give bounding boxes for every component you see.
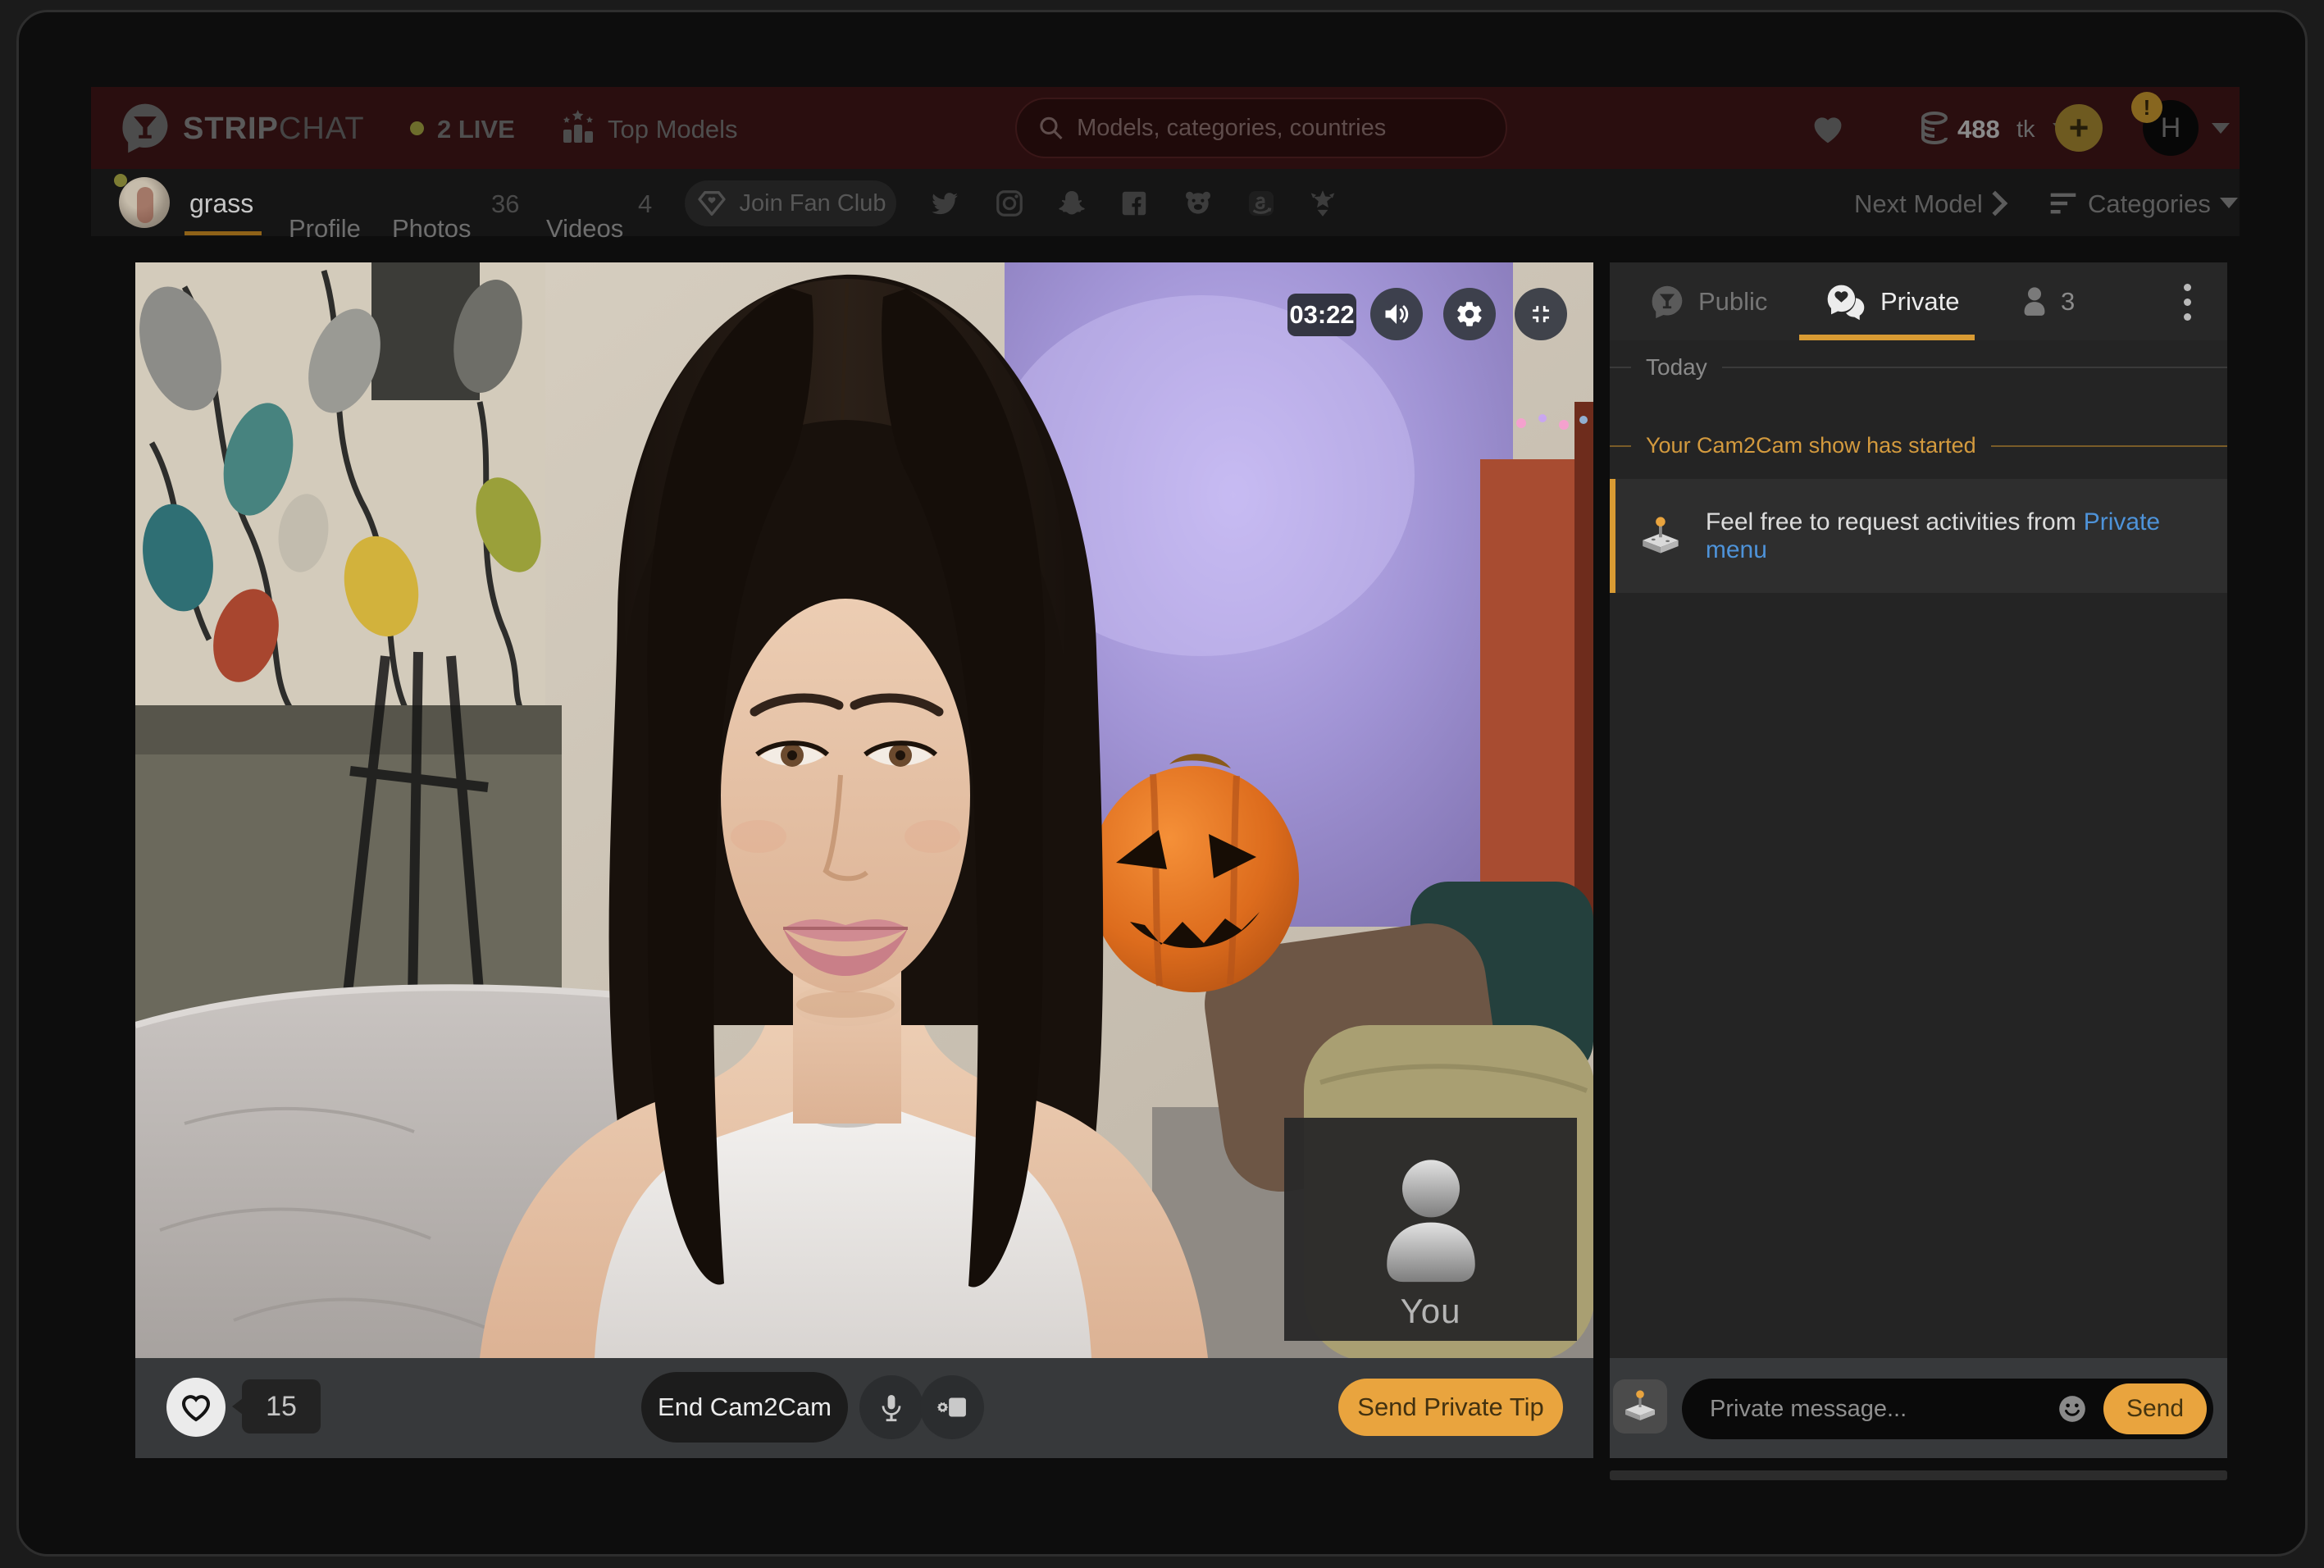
online-status-icon (114, 174, 127, 187)
chat-resize-handle[interactable] (1610, 1470, 2227, 1480)
top-models-label[interactable]: Top Models (608, 115, 738, 144)
viewers-icon (2020, 285, 2049, 318)
facebook-icon[interactable] (1119, 188, 1150, 219)
smiley-icon (2056, 1393, 2089, 1425)
gear-icon (1455, 299, 1484, 329)
show-timer: 03:22 (1287, 294, 1356, 336)
heart-outline-icon (180, 1392, 212, 1423)
person-silhouette-icon (1369, 1152, 1492, 1292)
amazon-icon[interactable] (1246, 188, 1277, 219)
next-model-chevron-icon[interactable] (1990, 189, 2008, 217)
winged-star-icon[interactable] (1307, 188, 1338, 219)
active-tab-underline (185, 231, 262, 235)
private-chat-icon (1825, 283, 1867, 321)
account-caret-icon[interactable] (2212, 123, 2230, 134)
system-message: Feel free to request activities fromPriv… (1610, 479, 2227, 593)
message-input-wrapper: Send (1682, 1379, 2213, 1439)
microphone-icon (876, 1392, 907, 1423)
chat-panel: Public Private 3 Today Your Cam2Cam show… (1610, 262, 2227, 1458)
chat-menu-button[interactable] (2184, 284, 2191, 321)
live-count[interactable]: 2 LIVE (437, 115, 515, 144)
tab-profile[interactable]: Profile (289, 189, 361, 267)
live-dot-icon (410, 121, 424, 135)
chat-input-area: Send (1610, 1358, 2227, 1458)
joystick-icon (1620, 1387, 1660, 1426)
screenshot-root: STRIPCHAT 2 LIVE Top Models 488 tk (0, 0, 2324, 1568)
send-private-tip-button[interactable]: Send Private Tip (1338, 1379, 1563, 1436)
categories-caret-icon[interactable] (2220, 198, 2238, 208)
search-icon (1038, 114, 1064, 142)
videos-count: 4 (638, 189, 652, 219)
microphone-button[interactable] (859, 1375, 923, 1439)
fan-club-gem-icon (695, 187, 728, 220)
tokens-coins-icon (1918, 110, 1951, 146)
exit-theater-mode-button[interactable] (1515, 288, 1567, 340)
browser-window: STRIPCHAT 2 LIVE Top Models 488 tk (16, 10, 2308, 1557)
model-navbar: grass Profile Photos 36 Videos 4 Join Fa… (91, 169, 2240, 236)
viewers-count[interactable]: 3 (2020, 262, 2075, 340)
photos-count: 36 (491, 189, 519, 219)
volume-button[interactable] (1370, 288, 1423, 340)
add-tokens-button[interactable]: + (2055, 104, 2103, 152)
categories-button[interactable]: Categories (2088, 189, 2211, 219)
bear-icon[interactable] (1183, 188, 1214, 219)
live-video-player[interactable]: 03:22 You (135, 262, 1593, 1358)
cam2cam-started-divider: Your Cam2Cam show has started (1610, 433, 2227, 458)
today-divider: Today (1610, 354, 2227, 381)
you-label: You (1401, 1292, 1461, 1331)
tab-videos[interactable]: Videos (546, 189, 623, 267)
tab-private[interactable]: Private (1825, 262, 1959, 340)
favorites-heart-icon[interactable] (1811, 113, 1845, 144)
next-model-button[interactable]: Next Model (1854, 189, 1983, 219)
emoji-picker-button[interactable] (2056, 1393, 2089, 1425)
twitter-icon[interactable] (929, 188, 960, 219)
volume-icon (1382, 299, 1411, 329)
public-chat-icon (1649, 284, 1685, 320)
private-menu-joystick-icon (1637, 513, 1684, 560)
send-message-button[interactable]: Send (2103, 1383, 2207, 1434)
model-username-tab[interactable]: grass (189, 189, 253, 219)
tab-public[interactable]: Public (1649, 262, 1767, 340)
favorite-button[interactable] (166, 1378, 226, 1437)
stream-settings-button[interactable] (1443, 288, 1496, 340)
camera-settings-icon (936, 1392, 968, 1423)
search-input[interactable] (1077, 115, 1484, 142)
cam2cam-self-preview: You (1284, 1118, 1577, 1341)
tab-photos[interactable]: Photos (392, 189, 472, 267)
search-bar[interactable] (1015, 98, 1507, 158)
active-tab-indicator (1799, 335, 1975, 340)
camera-settings-button[interactable] (920, 1375, 984, 1439)
categories-filter-icon (2049, 192, 2077, 215)
chat-tab-bar: Public Private 3 (1610, 262, 2227, 340)
private-message-input[interactable] (1710, 1396, 2056, 1423)
brand-wordmark[interactable]: STRIPCHAT (183, 112, 365, 147)
notification-badge: ! (2131, 92, 2162, 123)
token-currency: tk (2016, 116, 2035, 144)
top-models-icon (560, 108, 596, 148)
private-menu-button[interactable] (1613, 1379, 1667, 1434)
instagram-icon[interactable] (994, 188, 1025, 219)
collapse-icon (1527, 300, 1555, 328)
main-navbar: STRIPCHAT 2 LIVE Top Models 488 tk (91, 87, 2240, 169)
favorites-count-tag: 15 (242, 1379, 321, 1434)
end-cam2cam-button[interactable]: End Cam2Cam (641, 1372, 848, 1443)
player-control-bar: 15 End Cam2Cam Send Private Tip (135, 1358, 1593, 1458)
snapchat-icon[interactable] (1056, 188, 1087, 219)
token-balance[interactable]: 488 (1957, 115, 2000, 144)
model-avatar[interactable] (119, 177, 170, 228)
stripchat-logo-icon[interactable] (119, 102, 171, 154)
join-fan-club-button[interactable]: Join Fan Club (685, 180, 896, 226)
system-message-text: Feel free to request activities from (1706, 508, 2076, 536)
